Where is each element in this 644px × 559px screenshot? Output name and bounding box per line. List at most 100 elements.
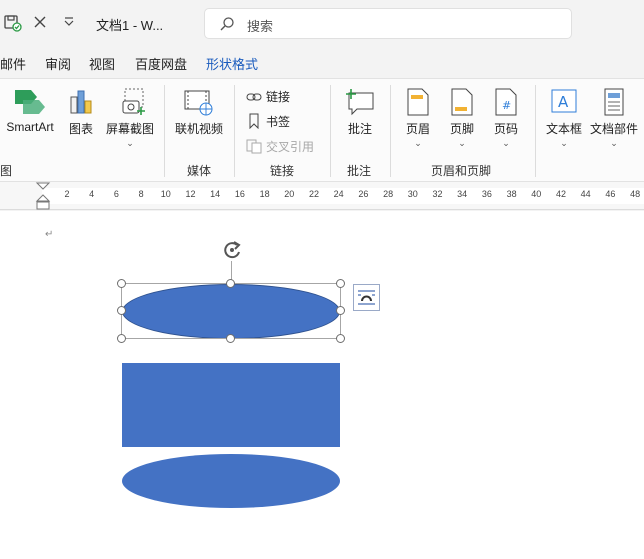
autosave-icon[interactable] — [2, 12, 22, 35]
link-button[interactable]: 链接 — [246, 88, 290, 105]
smartart-button[interactable]: SmartArt — [2, 87, 58, 134]
resize-handle-bottom[interactable] — [226, 334, 235, 343]
ruler-tick-label: 20 — [284, 189, 295, 199]
online-video-label: 联机视频 — [174, 122, 223, 136]
ruler-tick-label: 22 — [308, 189, 320, 199]
ruler-tick-label: 6 — [113, 189, 119, 199]
document-page[interactable]: ↵ — [0, 211, 644, 559]
close-icon[interactable] — [32, 14, 48, 33]
chevron-down-icon: ⌄ — [560, 138, 568, 148]
search-placeholder: 搜索 — [247, 19, 274, 34]
document-title: 文档1 - W... — [96, 18, 164, 33]
ruler-tick-label: 10 — [160, 189, 171, 199]
quick-parts-button[interactable]: 文档部件 ⌄ — [588, 87, 640, 148]
bookmark-button[interactable]: 书签 — [246, 113, 290, 130]
group-separator — [164, 85, 165, 177]
textbox-button[interactable]: A 文本框 ⌄ — [543, 87, 585, 148]
screenshot-button[interactable]: 屏幕截图 ⌄ — [104, 87, 156, 148]
chart-label: 图表 — [68, 122, 93, 136]
search-box[interactable]: 搜索 — [204, 8, 572, 39]
paragraph-mark: ↵ — [45, 229, 54, 240]
ruler-tick-label: 14 — [210, 189, 221, 199]
ruler-tick-label: 16 — [234, 189, 245, 199]
quick-parts-icon — [604, 88, 624, 116]
page-number-icon: # — [495, 88, 517, 116]
group-separator — [330, 85, 331, 177]
ribbon: SmartArt 图表 屏幕截图 ⌄ 图 联机视频 媒体 链接 书签 交叉引用 … — [0, 78, 644, 182]
ruler-tick-label: 4 — [89, 189, 95, 199]
cross-reference-icon — [246, 139, 262, 154]
screenshot-icon — [122, 88, 145, 115]
footer-label: 页脚 — [449, 122, 474, 136]
page-number-button[interactable]: # 页码 ⌄ — [486, 87, 526, 148]
group-label-illustrations: 图 — [0, 164, 13, 178]
tab-mailings[interactable]: 邮件 — [0, 54, 26, 73]
screenshot-label: 屏幕截图 — [105, 122, 154, 136]
chart-icon — [70, 90, 92, 114]
horizontal-ruler[interactable]: 2 4 6 8 10 12 14 16 18 20 22 24 26 28 30 32 34 36 38 40 42 44… — [0, 182, 644, 210]
chevron-down-icon: ⌄ — [458, 138, 466, 148]
tab-view[interactable]: 视图 — [89, 54, 115, 73]
indent-marker-icon[interactable] — [35, 182, 51, 210]
link-icon — [246, 93, 262, 101]
chevron-down-icon: ⌄ — [126, 138, 134, 148]
link-label: 链接 — [266, 90, 291, 104]
document-area: ↵ — [0, 211, 644, 559]
ellipse-shape[interactable] — [122, 454, 340, 508]
smartart-label: SmartArt — [6, 120, 54, 134]
comment-button[interactable]: 批注 — [338, 87, 382, 137]
footer-icon — [451, 88, 473, 116]
ruler-tick-label: 18 — [259, 189, 270, 199]
ribbon-tabs: 邮件 审阅 视图 百度网盘 形状格式 — [0, 50, 644, 74]
ruler-tick-label: 24 — [333, 189, 344, 199]
tab-shape-format[interactable]: 形状格式 — [206, 54, 258, 73]
bookmark-label: 书签 — [266, 115, 291, 129]
group-label-comments: 批注 — [347, 164, 372, 178]
ruler-tick-label: 36 — [481, 189, 492, 199]
tab-review[interactable]: 审阅 — [45, 54, 71, 73]
resize-handle-top-left[interactable] — [117, 279, 126, 288]
rectangle-shape[interactable] — [122, 363, 340, 447]
rotate-handle-icon[interactable] — [221, 239, 243, 261]
smartart-icon — [15, 90, 45, 114]
group-separator — [390, 85, 391, 177]
customize-toolbar-icon[interactable] — [62, 15, 76, 32]
selection-box — [121, 283, 341, 339]
title-bar: 文档1 - W... 搜索 — [0, 0, 644, 46]
ruler-tick-label: 26 — [358, 189, 369, 199]
page-number-label: 页码 — [493, 122, 518, 136]
ruler-tick-label: 42 — [555, 189, 567, 199]
ruler-tick-label: 8 — [138, 189, 144, 199]
group-separator — [535, 85, 536, 177]
online-video-button[interactable]: 联机视频 — [170, 87, 228, 137]
resize-handle-bottom-left[interactable] — [117, 334, 126, 343]
ruler-tick-label: 30 — [407, 189, 418, 199]
ruler-tick-label: 2 — [64, 189, 70, 199]
tab-baidu-netdisk[interactable]: 百度网盘 — [135, 54, 187, 73]
ruler-tick-label: 46 — [605, 189, 616, 199]
resize-handle-right[interactable] — [336, 306, 345, 315]
chevron-down-icon: ⌄ — [414, 138, 422, 148]
header-button[interactable]: 页眉 ⌄ — [398, 87, 438, 148]
comment-icon — [346, 89, 374, 116]
ruler-tick-label: 28 — [383, 189, 394, 199]
ruler-tick-label: 12 — [185, 189, 196, 199]
group-label-media: 媒体 — [187, 164, 212, 178]
chart-button[interactable]: 图表 — [62, 87, 100, 137]
chevron-down-icon: ⌄ — [610, 138, 618, 148]
ruler-tick-label: 32 — [432, 189, 443, 199]
svg-text:#: # — [502, 99, 511, 112]
bookmark-icon — [249, 113, 259, 130]
header-label: 页眉 — [405, 122, 430, 136]
resize-handle-bottom-right[interactable] — [336, 334, 345, 343]
textbox-label: 文本框 — [545, 122, 582, 136]
online-video-icon — [184, 90, 213, 116]
footer-button[interactable]: 页脚 ⌄ — [442, 87, 482, 148]
resize-handle-left[interactable] — [117, 306, 126, 315]
group-label-links: 链接 — [270, 164, 295, 178]
resize-handle-top[interactable] — [226, 279, 235, 288]
header-icon — [407, 88, 429, 116]
cross-reference-button[interactable]: 交叉引用 — [246, 138, 314, 155]
resize-handle-top-right[interactable] — [336, 279, 345, 288]
layout-options-button[interactable] — [353, 284, 380, 311]
